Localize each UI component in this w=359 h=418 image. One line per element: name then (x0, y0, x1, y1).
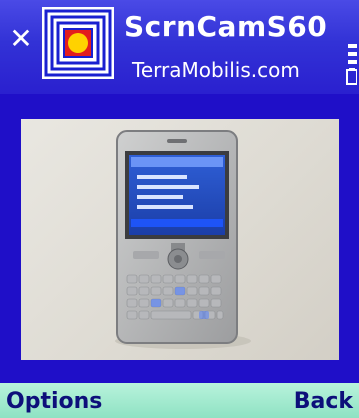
phone-photo-icon (115, 130, 251, 349)
title-bar: ✕ ScrnCamS60 TerraMobilis.com (0, 0, 359, 94)
concentric-squares-icon (42, 7, 114, 79)
softkey-bar: Options Back (0, 383, 359, 418)
battery-indicator-icon (345, 44, 358, 88)
app-subtitle: TerraMobilis.com (132, 58, 300, 82)
close-icon[interactable]: ✕ (8, 25, 34, 53)
options-softkey[interactable]: Options (6, 389, 102, 414)
app-screen: ✕ ScrnCamS60 TerraMobilis.com Options Ba… (0, 0, 359, 418)
camera-photo (21, 119, 339, 360)
back-softkey[interactable]: Back (294, 389, 353, 414)
app-title: ScrnCamS60 (124, 10, 328, 43)
